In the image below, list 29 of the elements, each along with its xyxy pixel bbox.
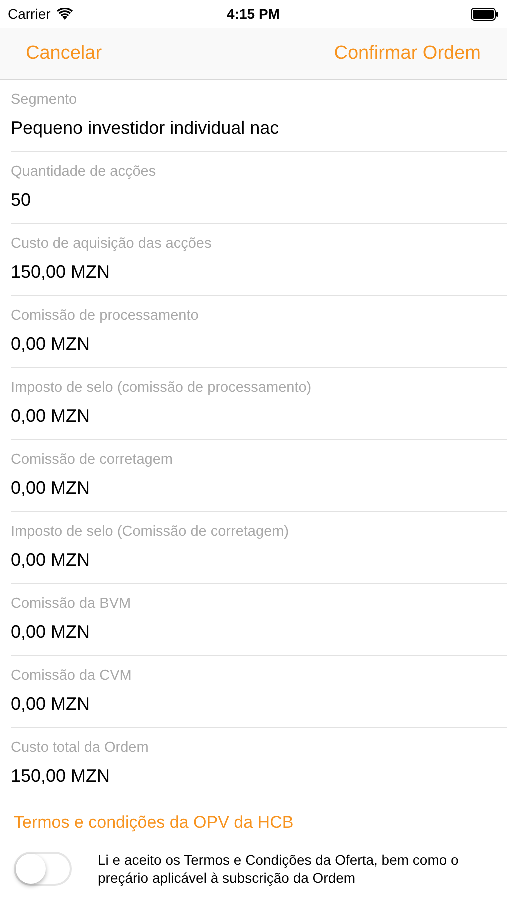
wifi-icon: [56, 8, 73, 20]
field-value: 50: [11, 190, 32, 211]
field-label: Comissão de corretagem: [11, 452, 174, 468]
field-value: 150,00 MZN: [11, 766, 112, 787]
field-value: 0,00 MZN: [11, 334, 92, 355]
field-label: Segmento: [11, 92, 78, 108]
accept-text: Li e aceito os Termos e Condições da Oferta, bem como o preçário aplicável à subscrição da Ordem: [98, 851, 460, 888]
field-value: Pequeno investidor individual nac: [11, 118, 280, 139]
field-value: 150,00 MZN: [11, 262, 112, 283]
accept-toggle[interactable]: [14, 852, 72, 886]
terms-link[interactable]: Termos e condições da OPV da HCB: [14, 813, 294, 833]
field-label: Custo de aquisição das acções: [11, 236, 213, 252]
field-label: Imposto de selo (Comissão de corretagem): [11, 524, 290, 540]
field-label: Quantidade de acções: [11, 164, 158, 180]
field-value: 0,00 MZN: [11, 550, 92, 571]
field-label: Comissão de processamento: [11, 308, 200, 324]
field-label: Comissão da CVM: [11, 668, 133, 684]
cancel-button[interactable]: Cancelar: [14, 38, 114, 68]
field-value: 0,00 MZN: [11, 406, 92, 427]
field-value: 0,00 MZN: [11, 622, 92, 643]
field-value: 0,00 MZN: [11, 478, 92, 499]
field-label: Comissão da BVM: [11, 596, 132, 612]
field-label: Custo total da Ordem: [11, 740, 150, 756]
carrier-name: Carrier: [8, 6, 51, 22]
field-label: Imposto de selo (comissão de processamento): [11, 380, 313, 396]
confirm-order-button[interactable]: Confirmar Ordem: [322, 38, 493, 68]
battery-icon: [470, 8, 499, 20]
field-value: 0,00 MZN: [11, 694, 92, 715]
status-time: 4:15 PM: [227, 6, 280, 22]
